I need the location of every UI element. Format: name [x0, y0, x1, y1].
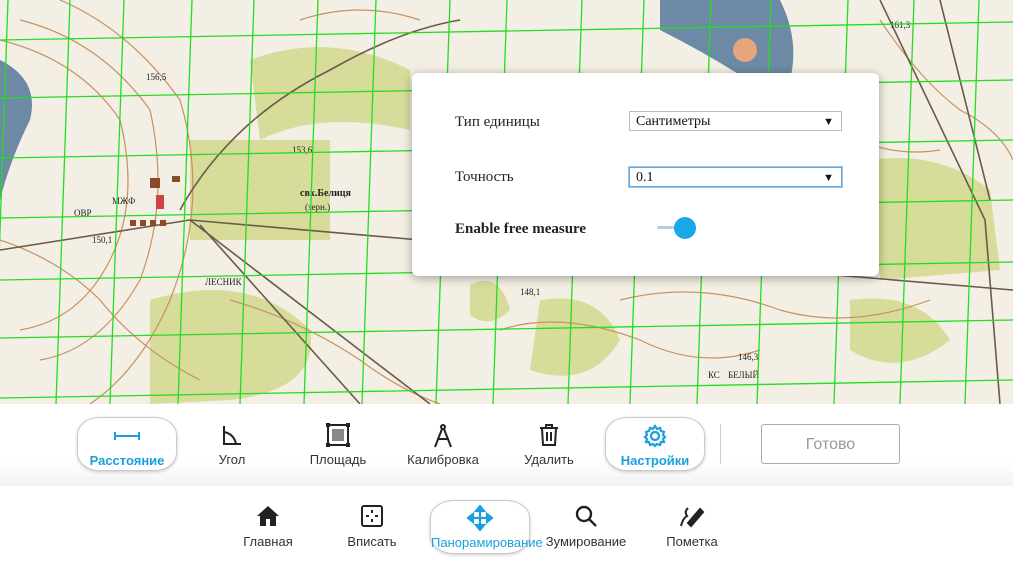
calibration-button[interactable]: Калибровка: [398, 417, 488, 469]
unit-type-value: Сантиметры: [636, 114, 711, 129]
home-label: Главная: [243, 534, 293, 549]
map-label: свх.Белиця: [300, 188, 352, 199]
ruler-distance-icon: [78, 424, 176, 450]
move-arrows-icon: [431, 504, 529, 532]
map-label: 161,3: [890, 20, 911, 30]
markup-label: Пометка: [666, 534, 718, 549]
angle-icon: [209, 423, 255, 449]
settings-label: Настройки: [620, 453, 690, 468]
precision-select[interactable]: 0.1 ▼: [629, 167, 842, 187]
angle-label: Угол: [218, 452, 246, 467]
pencil-icon: [660, 504, 724, 530]
map-label: 150,1: [92, 235, 112, 245]
delete-button[interactable]: Удалить: [518, 417, 580, 469]
toolbar-divider: [720, 424, 721, 464]
buildings: [156, 195, 164, 209]
free-measure-label: Enable free measure: [455, 221, 587, 237]
pan-button[interactable]: Панорамирование: [430, 500, 543, 554]
distance-label: Расстояние: [89, 453, 165, 468]
done-button[interactable]: Готово: [761, 424, 900, 464]
unit-type-label: Тип единицы: [455, 114, 540, 130]
search-icon: [540, 504, 632, 530]
unit-type-select[interactable]: Сантиметры ▼: [629, 111, 842, 131]
map-label: КС: [708, 370, 720, 380]
map-label: 148,1: [520, 287, 540, 297]
home-icon: [238, 504, 298, 530]
toggle-knob[interactable]: [674, 217, 696, 239]
fit-button[interactable]: Вписать: [341, 500, 403, 552]
chevron-down-icon: ▼: [823, 116, 834, 128]
calibration-label: Калибровка: [407, 452, 479, 467]
chevron-down-icon: ▼: [823, 172, 834, 184]
fit-to-screen-icon: [341, 504, 403, 530]
map-label: МЖФ: [112, 196, 135, 206]
fit-label: Вписать: [347, 534, 397, 549]
bottom-navigation: Главная Вписать Панорамирование Зумирова…: [0, 486, 1013, 566]
measure-toolbar: Расстояние Угол Площадь Калибровка Удали…: [0, 404, 1013, 486]
map-label: 156,5: [146, 72, 167, 82]
delete-label: Удалить: [524, 452, 574, 467]
map-label: 146,3: [738, 352, 759, 362]
precision-value: 0.1: [636, 170, 654, 185]
map-label: (зерн.): [305, 202, 330, 212]
area-icon: [303, 423, 373, 449]
zoom-label: Зумирование: [545, 534, 627, 549]
area-button[interactable]: Площадь: [303, 417, 373, 469]
area-label: Площадь: [309, 452, 367, 467]
settings-button[interactable]: Настройки: [605, 417, 705, 471]
pan-label: Панорамирование: [431, 535, 543, 550]
markup-button[interactable]: Пометка: [660, 500, 724, 552]
map-label: 153,6: [292, 145, 313, 155]
distance-button[interactable]: Расстояние: [77, 417, 177, 471]
precision-label: Точность: [455, 169, 514, 185]
angle-button[interactable]: Угол: [209, 417, 255, 469]
compass-icon: [398, 423, 488, 449]
free-measure-toggle[interactable]: [655, 217, 699, 239]
map-label: ЛЕСНИК: [205, 277, 243, 287]
zoom-button[interactable]: Зумирование: [540, 500, 632, 552]
trash-icon: [518, 423, 580, 449]
settings-popup: Тип единицы Сантиметры ▼ Точность 0.1 ▼ …: [412, 73, 879, 276]
home-button[interactable]: Главная: [238, 500, 298, 552]
map-label: БЕЛЫЙ: [728, 370, 759, 380]
gear-icon: [606, 424, 704, 450]
